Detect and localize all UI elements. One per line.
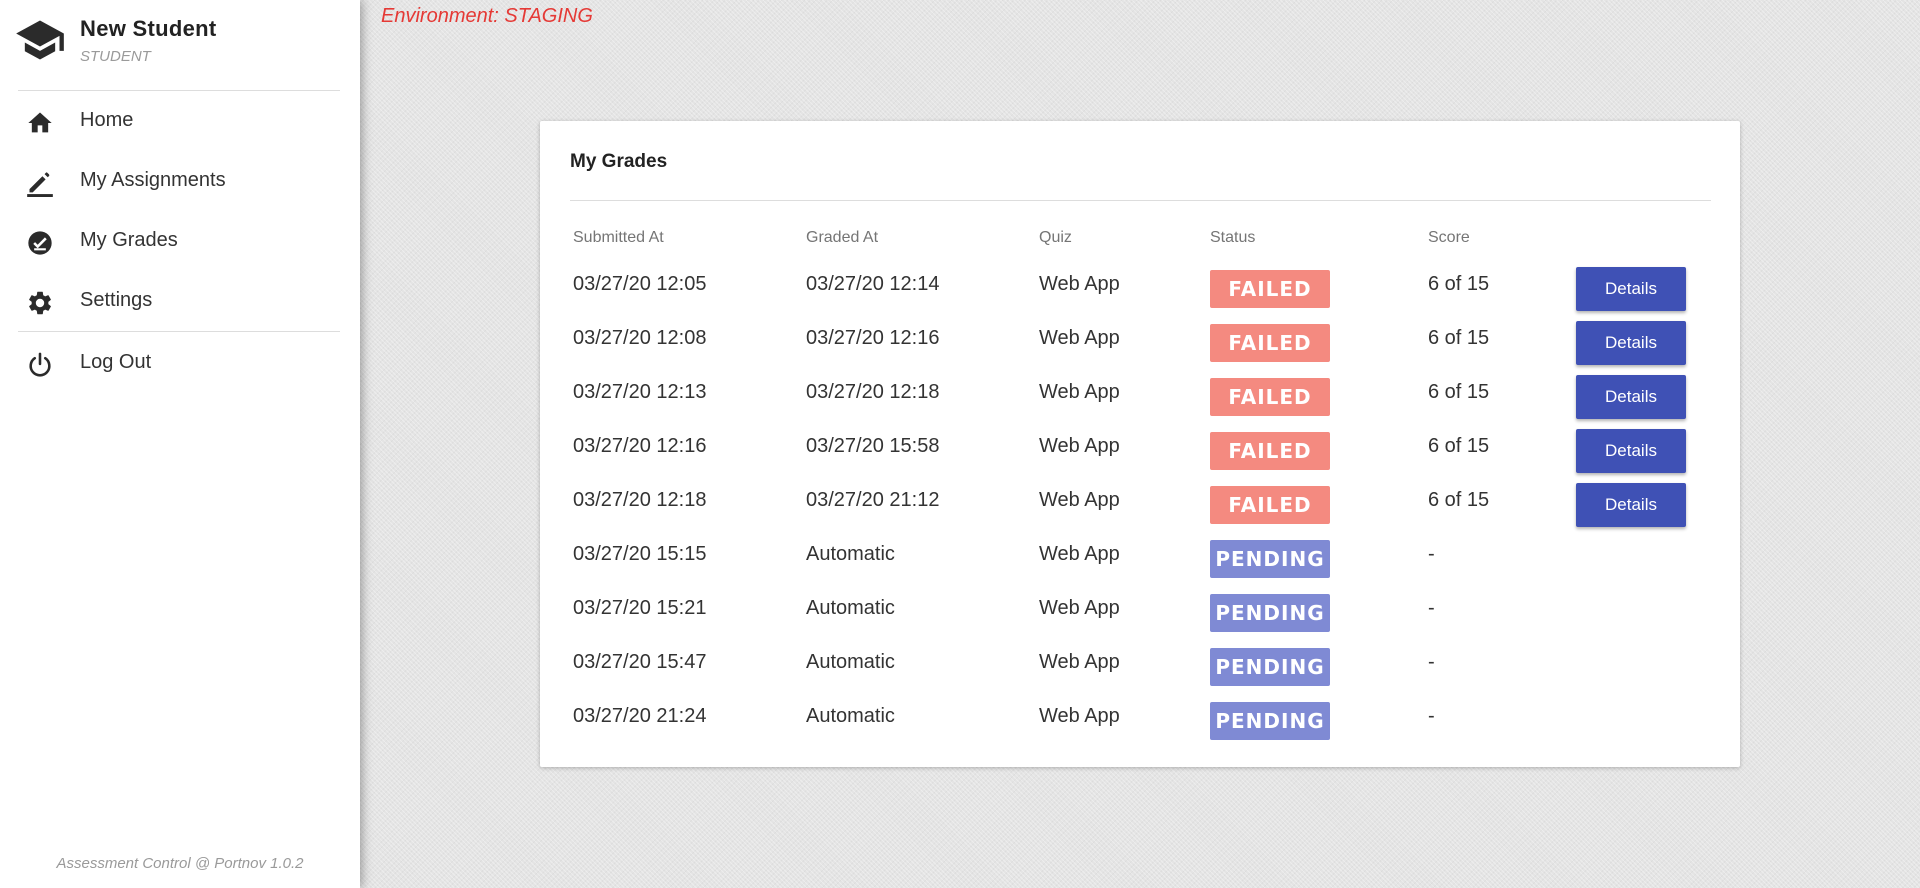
graded-at-cell: 03/27/20 21:12 bbox=[806, 489, 940, 511]
submitted-at-cell: 03/27/20 12:13 bbox=[573, 381, 707, 403]
user-name: New Student bbox=[80, 16, 217, 41]
status-badge: FAILED bbox=[1210, 432, 1330, 470]
score-cell: - bbox=[1428, 651, 1435, 673]
user-profile: New Student STUDENT bbox=[0, 0, 360, 90]
graded-at-cell: 03/27/20 12:18 bbox=[806, 381, 940, 403]
nav-divider-bottom bbox=[18, 331, 340, 332]
nav-label-my-assignments: My Assignments bbox=[80, 169, 226, 191]
app-footer: Assessment Control @ Portnov 1.0.2 bbox=[56, 855, 304, 872]
submitted-at-cell: 03/27/20 15:21 bbox=[573, 597, 707, 619]
quiz-cell: Web App bbox=[1039, 489, 1120, 511]
nav-divider-top bbox=[18, 90, 340, 91]
grade-check-icon bbox=[28, 231, 52, 255]
score-cell: - bbox=[1428, 543, 1435, 565]
column-header-score: Score bbox=[1428, 229, 1470, 246]
status-badge: FAILED bbox=[1210, 486, 1330, 524]
submitted-at-cell: 03/27/20 21:24 bbox=[573, 705, 707, 727]
quiz-cell: Web App bbox=[1039, 381, 1120, 403]
status-badge: PENDING bbox=[1210, 540, 1330, 578]
nav-item-home[interactable]: Home bbox=[0, 93, 360, 149]
score-cell: 6 of 15 bbox=[1428, 273, 1490, 295]
details-button[interactable]: Details bbox=[1576, 483, 1686, 527]
status-badge: PENDING bbox=[1210, 594, 1330, 632]
column-header-status: Status bbox=[1210, 229, 1256, 246]
nav-label-log-out: Log Out bbox=[80, 351, 152, 373]
quiz-cell: Web App bbox=[1039, 705, 1120, 727]
submitted-at-cell: 03/27/20 12:05 bbox=[573, 273, 707, 295]
status-badge: FAILED bbox=[1210, 378, 1330, 416]
sidebar: New Student STUDENT Home My Assignments … bbox=[0, 0, 360, 888]
submitted-at-cell: 03/27/20 12:16 bbox=[573, 435, 707, 457]
quiz-cell: Web App bbox=[1039, 435, 1120, 457]
nav-item-my-grades[interactable]: My Grades bbox=[0, 213, 360, 269]
column-header-submitted-at: Submitted At bbox=[573, 229, 664, 246]
graded-at-cell: 03/27/20 12:14 bbox=[806, 273, 940, 295]
nav-label-my-grades: My Grades bbox=[80, 229, 178, 251]
quiz-cell: Web App bbox=[1039, 597, 1120, 619]
submitted-at-cell: 03/27/20 12:08 bbox=[573, 327, 707, 349]
column-header-quiz: Quiz bbox=[1039, 229, 1072, 246]
status-badge: FAILED bbox=[1210, 324, 1330, 362]
score-cell: - bbox=[1428, 705, 1435, 727]
score-cell: 6 of 15 bbox=[1428, 489, 1490, 511]
graded-at-cell: Automatic bbox=[806, 597, 895, 619]
graded-at-cell: Automatic bbox=[806, 705, 895, 727]
column-header-graded-at: Graded At bbox=[806, 229, 879, 246]
home-icon bbox=[28, 112, 52, 133]
grades-card: My Grades Submitted At Graded At Quiz St… bbox=[540, 121, 1740, 767]
score-cell: 6 of 15 bbox=[1428, 381, 1490, 403]
score-cell: 6 of 15 bbox=[1428, 327, 1490, 349]
score-cell: - bbox=[1428, 597, 1435, 619]
user-role: STUDENT bbox=[80, 48, 151, 65]
nav-item-my-assignments[interactable]: My Assignments bbox=[0, 153, 360, 209]
graded-at-cell: 03/27/20 12:16 bbox=[806, 327, 940, 349]
details-button[interactable]: Details bbox=[1576, 429, 1686, 473]
nav-label-home: Home bbox=[80, 109, 134, 131]
gear-icon bbox=[29, 291, 51, 315]
details-button[interactable]: Details bbox=[1576, 375, 1686, 419]
nav-item-settings[interactable]: Settings bbox=[0, 273, 360, 329]
submitted-at-cell: 03/27/20 12:18 bbox=[573, 489, 707, 511]
graded-at-cell: Automatic bbox=[806, 651, 895, 673]
edit-icon bbox=[27, 172, 53, 197]
quiz-cell: Web App bbox=[1039, 273, 1120, 295]
details-button[interactable]: Details bbox=[1576, 267, 1686, 311]
status-badge: FAILED bbox=[1210, 270, 1330, 308]
quiz-cell: Web App bbox=[1039, 543, 1120, 565]
submitted-at-cell: 03/27/20 15:15 bbox=[573, 543, 707, 565]
quiz-cell: Web App bbox=[1039, 327, 1120, 349]
nav-item-log-out[interactable]: Log Out bbox=[0, 335, 360, 391]
graded-at-cell: Automatic bbox=[806, 543, 895, 565]
environment-label: Environment: STAGING bbox=[381, 5, 593, 27]
graduation-cap-icon bbox=[16, 20, 64, 60]
status-badge: PENDING bbox=[1210, 702, 1330, 740]
details-button[interactable]: Details bbox=[1576, 321, 1686, 365]
graded-at-cell: 03/27/20 15:58 bbox=[806, 435, 940, 457]
quiz-cell: Web App bbox=[1039, 651, 1120, 673]
score-cell: 6 of 15 bbox=[1428, 435, 1490, 457]
card-title: My Grades bbox=[570, 151, 668, 172]
nav-label-settings: Settings bbox=[80, 289, 153, 311]
status-badge: PENDING bbox=[1210, 648, 1330, 686]
card-divider bbox=[570, 200, 1711, 201]
submitted-at-cell: 03/27/20 15:47 bbox=[573, 651, 707, 673]
power-icon bbox=[29, 352, 51, 377]
